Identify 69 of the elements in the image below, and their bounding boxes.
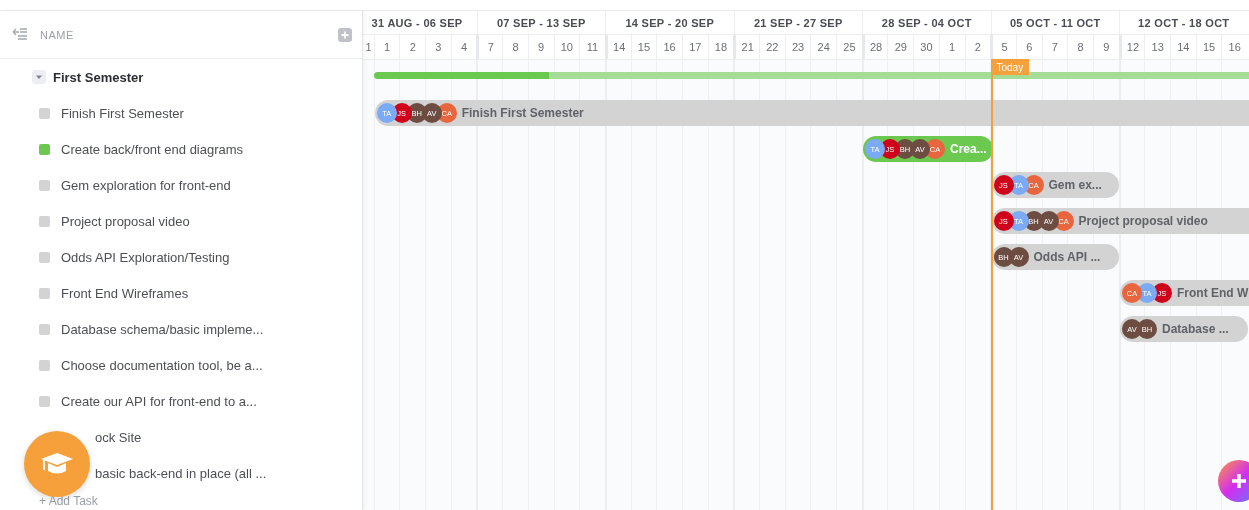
task-name[interactable]: Finish First Semester	[61, 105, 184, 121]
status-square[interactable]	[39, 395, 50, 407]
day-header: 23	[784, 35, 811, 59]
status-square[interactable]	[39, 215, 50, 227]
day-header: 2	[964, 35, 991, 59]
bar-label: Front End W	[1177, 286, 1249, 300]
day-header: 4	[450, 35, 477, 59]
day-header: 2	[399, 35, 426, 59]
task-name[interactable]: Project proposal video	[61, 213, 190, 229]
day-header: 14	[604, 35, 631, 59]
day-header: 9	[527, 35, 554, 59]
caret-icon	[35, 74, 43, 80]
task-name[interactable]: Create our API for front-end to a...	[61, 393, 257, 409]
day-header: 15	[630, 35, 657, 59]
graduation-cap-button[interactable]	[24, 431, 90, 497]
day-header: 8	[502, 35, 528, 59]
task-name[interactable]: Odds API Exploration/Testing	[61, 249, 230, 265]
day-header: 16	[656, 35, 682, 59]
day-header: 3	[425, 35, 451, 59]
task-name[interactable]: ock Site	[95, 429, 142, 445]
status-square[interactable]	[39, 251, 50, 263]
day-header: 10	[553, 35, 580, 59]
day-header: 11	[579, 35, 605, 59]
day-header: 8	[1067, 35, 1093, 59]
bar-label: Database ...	[1162, 322, 1229, 336]
day-header: 1	[373, 35, 400, 59]
task-name[interactable]: Database schema/basic impleme...	[61, 321, 264, 337]
bar-label: Gem ex...	[1048, 178, 1102, 192]
day-header: 28	[861, 35, 888, 59]
status-square[interactable]	[39, 143, 50, 155]
task-name[interactable]: basic back-end in place (all ...	[95, 465, 267, 481]
day-header: 9	[1092, 35, 1119, 59]
day-header: 21	[733, 35, 759, 59]
day-header: 30	[913, 35, 939, 59]
day-header: 29	[887, 35, 914, 59]
bar-label: Project proposal video	[1078, 214, 1208, 228]
collapse-icon[interactable]	[12, 27, 28, 42]
day-header: 22	[759, 35, 785, 59]
bar-label: Crea...	[950, 142, 987, 156]
day-header: 1	[363, 35, 374, 59]
day-header: 7	[1041, 35, 1068, 59]
day-header: 24	[810, 35, 837, 59]
plus-icon	[1230, 472, 1248, 490]
day-header: 1	[938, 35, 965, 59]
day-header: 18	[707, 35, 734, 59]
task-name[interactable]: Choose documentation tool, be a...	[61, 357, 263, 373]
day-header: 12	[1118, 35, 1145, 59]
group-name[interactable]: First Semester	[53, 69, 144, 85]
status-square[interactable]	[39, 323, 50, 335]
bar-label: Odds API ...	[1033, 250, 1101, 264]
day-header: 13	[1144, 35, 1170, 59]
expand-toggle[interactable]	[32, 70, 46, 84]
day-header: 14	[1170, 35, 1196, 59]
day-header: 17	[681, 35, 708, 59]
day-header: 16	[1221, 35, 1248, 59]
add-column-icon[interactable]	[338, 27, 352, 42]
status-square[interactable]	[39, 107, 50, 119]
today-marker: Today	[990, 59, 1030, 75]
status-square[interactable]	[39, 179, 50, 191]
status-square[interactable]	[39, 359, 50, 371]
bar-label: Finish First Semester	[461, 106, 584, 120]
day-header: 7	[476, 35, 503, 59]
day-header: 25	[836, 35, 862, 59]
task-name[interactable]: Create back/front end diagrams	[61, 141, 244, 157]
status-square[interactable]	[39, 287, 50, 299]
column-header: NAME	[40, 28, 75, 41]
task-name[interactable]: Gem exploration for front-end	[61, 177, 231, 193]
task-name[interactable]: Front End Wireframes	[61, 285, 189, 301]
day-header: 15	[1195, 35, 1222, 59]
